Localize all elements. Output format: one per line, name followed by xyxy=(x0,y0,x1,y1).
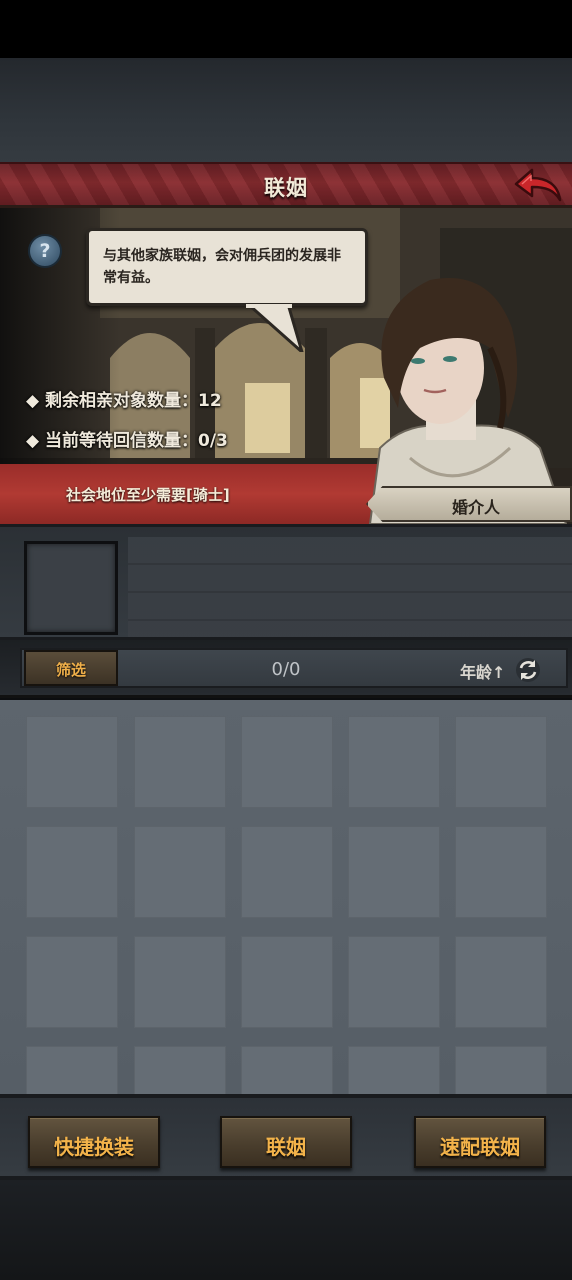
background-header xyxy=(0,58,572,162)
candidate-info-lines xyxy=(128,537,572,637)
matchmaker-portrait[interactable] xyxy=(340,268,572,524)
grid-cell[interactable] xyxy=(348,716,440,808)
bottom-background xyxy=(0,1180,572,1280)
quick-equip-label: 快捷换装 xyxy=(54,1135,134,1159)
grid-cell[interactable] xyxy=(348,1046,440,1094)
grid-cell[interactable] xyxy=(241,716,333,808)
sort-by-age[interactable]: 年龄↑ xyxy=(460,659,505,683)
speech-text: 与其他家族联姻，会对佣兵团的发展非常有益。 xyxy=(103,248,341,286)
action-bar: 快捷换装 联姻 速配联姻 xyxy=(0,1094,572,1180)
quick-equip-button[interactable]: 快捷换装 xyxy=(28,1116,160,1168)
page-title: 联姻 xyxy=(264,176,308,200)
grid-cell[interactable] xyxy=(26,716,118,808)
grid-cell[interactable] xyxy=(26,826,118,918)
pending-replies: ◆ 当前等待回信数量：0/3 xyxy=(26,431,228,451)
grid-cell[interactable] xyxy=(455,826,547,918)
grid-cell[interactable] xyxy=(348,826,440,918)
matchmaker-tag: 婚介人 xyxy=(366,486,572,522)
quick-match-button[interactable]: 速配联姻 xyxy=(414,1116,546,1168)
remaining-candidates: ◆ 剩余相亲对象数量：12 xyxy=(26,391,222,411)
grid-cell[interactable] xyxy=(455,716,547,808)
marry-label: 联姻 xyxy=(266,1135,306,1159)
grid-cell[interactable] xyxy=(455,1046,547,1094)
speech-bubble: 与其他家族联姻，会对佣兵团的发展非常有益。 xyxy=(86,228,368,306)
grid-cell[interactable] xyxy=(134,936,226,1028)
candidate-grid xyxy=(0,700,572,1094)
refresh-icon[interactable] xyxy=(514,656,542,684)
grid-cell[interactable] xyxy=(134,716,226,808)
grid-cell[interactable] xyxy=(134,1046,226,1094)
grid-cell[interactable] xyxy=(455,936,547,1028)
filter-bar: 筛选 0/0 年龄↑ xyxy=(0,640,572,698)
grid-cell[interactable] xyxy=(241,936,333,1028)
selected-candidate-panel xyxy=(0,524,572,640)
back-arrow-icon[interactable] xyxy=(512,166,564,206)
speech-tail xyxy=(245,304,304,352)
marry-button[interactable]: 联姻 xyxy=(220,1116,352,1168)
grid-cell[interactable] xyxy=(348,936,440,1028)
grid-cell[interactable] xyxy=(134,826,226,918)
grid-cell[interactable] xyxy=(241,1046,333,1094)
quick-match-label: 速配联姻 xyxy=(440,1135,520,1159)
requirement-text: 社会地位至少需要[骑士] xyxy=(66,486,230,504)
help-icon[interactable]: ? xyxy=(28,234,62,268)
status-bar xyxy=(0,0,572,58)
matchmaker-label: 婚介人 xyxy=(451,498,500,517)
candidate-slot[interactable] xyxy=(24,541,118,635)
grid-cell[interactable] xyxy=(241,826,333,918)
grid-cell[interactable] xyxy=(26,936,118,1028)
title-bar: 联姻 xyxy=(0,162,572,208)
grid-cell[interactable] xyxy=(26,1046,118,1094)
matchmaking-scene: ? 与其他家族联姻，会对佣兵团的发展非常有益。 ◆ 剩余相亲对象数量：12 ◆ … xyxy=(0,208,572,524)
